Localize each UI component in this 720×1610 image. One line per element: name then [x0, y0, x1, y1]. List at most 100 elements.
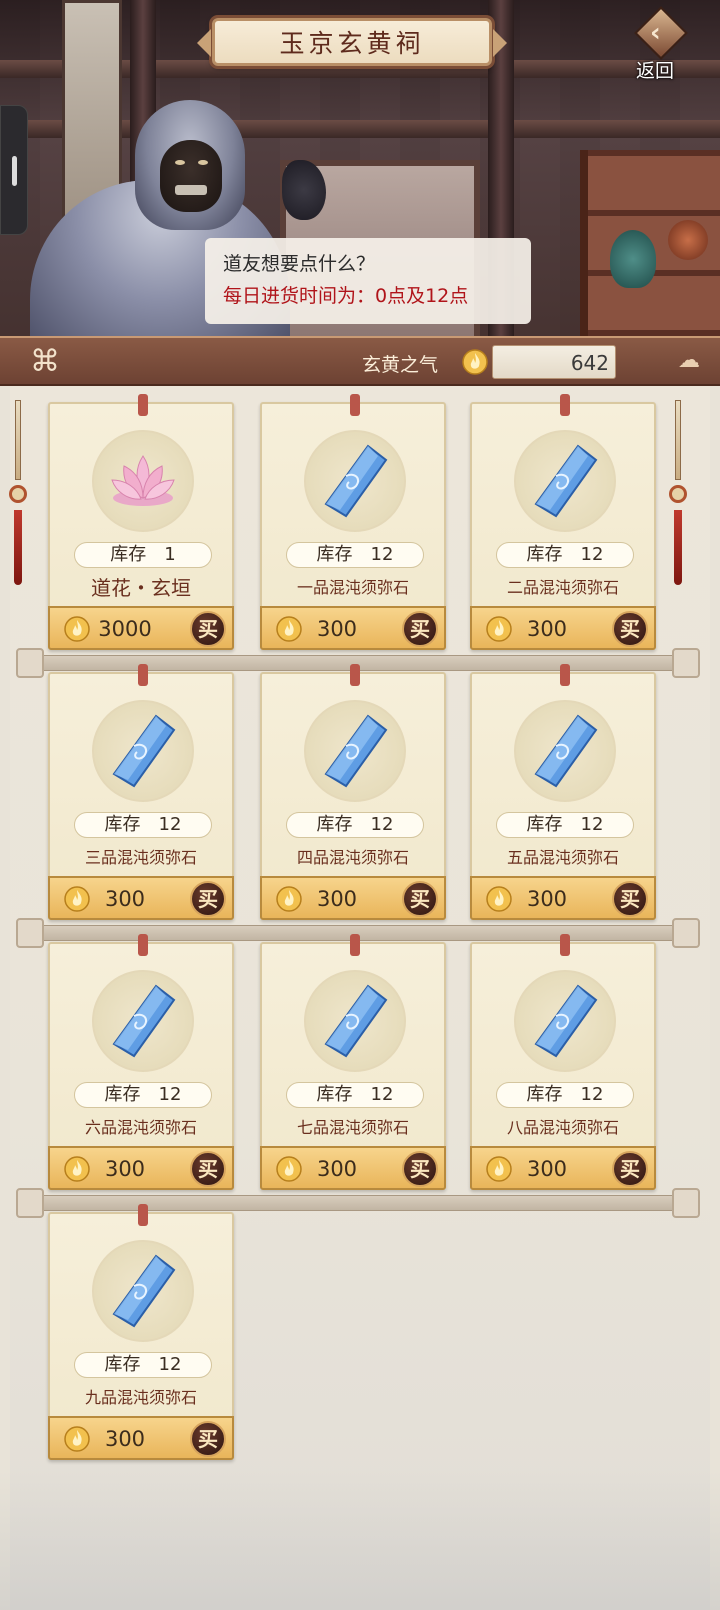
price-bar: 300 买	[48, 1146, 234, 1190]
item-name: 七品混沌须弥石	[296, 1118, 409, 1137]
side-drawer-handle[interactable]	[0, 105, 28, 235]
card-hanger	[138, 934, 148, 956]
stock-count: 1	[164, 544, 176, 565]
crystal-icon	[324, 984, 388, 1058]
price-bar: 300 买	[260, 1146, 446, 1190]
crystal-icon	[324, 444, 388, 518]
shop-item-card[interactable]: 库存 12 五品混沌须弥石 300 买	[470, 664, 656, 920]
buy-button[interactable]: 买	[612, 611, 648, 647]
crystal-icon	[534, 444, 598, 518]
stock-count: 12	[580, 1084, 604, 1105]
card-hanger	[560, 394, 570, 416]
stock-count: 12	[370, 814, 394, 835]
item-price: 300	[316, 617, 358, 641]
item-name: 五品混沌须弥石	[506, 848, 619, 867]
back-label: 返回	[636, 60, 675, 82]
price-bar: 300 买	[260, 606, 446, 650]
price-bar: 300 买	[48, 876, 234, 920]
currency-value: 642	[570, 351, 609, 375]
buy-button[interactable]: 买	[190, 881, 226, 917]
card-hanger	[560, 934, 570, 956]
stock-pill: 库存 12	[74, 1352, 212, 1378]
currency-bar: ⌘ 玄黄之气 642 ☁	[0, 336, 720, 386]
stock-pill: 库存 12	[286, 812, 424, 838]
price-bar: 300 买	[470, 606, 656, 650]
buy-button[interactable]: 买	[612, 881, 648, 917]
shop-item-card[interactable]: 库存 12 九品混沌须弥石 300 买	[48, 1204, 234, 1460]
stock-count: 12	[580, 814, 604, 835]
crystal-icon	[324, 714, 388, 788]
shop-item-card[interactable]: 库存 1 道花・玄垣 3000 买	[48, 394, 234, 650]
stock-label: 库存	[526, 1084, 563, 1105]
stock-pill: 库存 12	[74, 812, 212, 838]
price-bar: 300 买	[48, 1416, 234, 1460]
buy-button[interactable]: 买	[402, 611, 438, 647]
stock-label: 库存	[104, 1084, 141, 1105]
item-name: 四品混沌须弥石	[296, 848, 409, 867]
buy-button[interactable]: 买	[190, 611, 226, 647]
item-name: 二品混沌须弥石	[506, 578, 619, 597]
shop-item-card[interactable]: 库存 12 一品混沌须弥石 300 买	[260, 394, 446, 650]
price-bar: 300 买	[470, 876, 656, 920]
buy-button[interactable]: 买	[402, 1151, 438, 1187]
lotus-icon	[111, 455, 175, 506]
item-price: 3000	[98, 617, 152, 641]
price-bar: 300 买	[260, 876, 446, 920]
stock-label: 库存	[526, 544, 563, 565]
stock-label: 库存	[104, 1354, 141, 1375]
shop-item-card[interactable]: 库存 12 七品混沌须弥石 300 买	[260, 934, 446, 1190]
card-hanger	[138, 664, 148, 686]
currency-label: 玄黄之气	[362, 354, 439, 376]
dialog-greeting: 道友想要点什么？	[223, 253, 376, 275]
item-price: 300	[104, 887, 146, 911]
stock-label: 库存	[316, 544, 353, 565]
back-arrow-icon	[634, 6, 688, 60]
item-price: 300	[104, 1157, 146, 1181]
buy-button[interactable]: 买	[402, 881, 438, 917]
shop-item-card[interactable]: 库存 12 二品混沌须弥石 300 买	[470, 394, 656, 650]
cloud-ornament-icon: ☁	[678, 348, 700, 373]
stock-count: 12	[158, 1084, 182, 1105]
shop-item-card[interactable]: 库存 12 四品混沌须弥石 300 买	[260, 664, 446, 920]
hanging-scroll-ornament-right	[668, 400, 688, 590]
flame-coin-icon	[462, 349, 488, 375]
crystal-icon	[534, 984, 598, 1058]
shop-item-card[interactable]: 库存 12 三品混沌须弥石 300 买	[48, 664, 234, 920]
plate-icon	[668, 220, 708, 260]
card-hanger	[350, 394, 360, 416]
card-hanger	[560, 664, 570, 686]
stock-pill: 库存 12	[496, 812, 634, 838]
buy-button[interactable]: 买	[190, 1421, 226, 1457]
bottom-mist	[0, 1470, 720, 1610]
crystal-icon	[112, 714, 176, 788]
stock-pill: 库存 12	[74, 1082, 212, 1108]
item-name: 道花・玄垣	[91, 576, 191, 600]
item-price: 300	[526, 1157, 568, 1181]
stock-count: 12	[580, 544, 604, 565]
item-price: 300	[526, 617, 568, 641]
card-hanger	[138, 394, 148, 416]
currency-value-box: 642	[492, 345, 616, 379]
stock-count: 12	[158, 814, 182, 835]
buy-button[interactable]: 买	[612, 1151, 648, 1187]
stock-label: 库存	[110, 544, 147, 565]
stock-count: 12	[370, 1084, 394, 1105]
card-hanger	[350, 664, 360, 686]
stock-count: 12	[158, 1354, 182, 1375]
stock-pill: 库存 12	[286, 1082, 424, 1108]
page-title: 玉京玄黄祠	[279, 29, 425, 58]
buy-button[interactable]: 买	[190, 1151, 226, 1187]
dialog-restock-time: 每日进货时间为：0点及12点	[223, 285, 469, 307]
item-name: 三品混沌须弥石	[84, 848, 197, 867]
card-hanger	[350, 934, 360, 956]
shop-item-card[interactable]: 库存 12 六品混沌须弥石 300 买	[48, 934, 234, 1190]
vase-icon	[610, 230, 656, 288]
item-name: 八品混沌须弥石	[506, 1118, 619, 1137]
shopkeeper-dialog: 道友想要点什么？ 每日进货时间为：0点及12点	[205, 238, 531, 324]
stock-label: 库存	[104, 814, 141, 835]
item-name: 九品混沌须弥石	[84, 1388, 197, 1407]
back-button[interactable]: ‹ 返回	[628, 6, 694, 82]
stock-pill: 库存 12	[496, 542, 634, 568]
item-price: 300	[316, 887, 358, 911]
shop-item-card[interactable]: 库存 12 八品混沌须弥石 300 买	[470, 934, 656, 1190]
